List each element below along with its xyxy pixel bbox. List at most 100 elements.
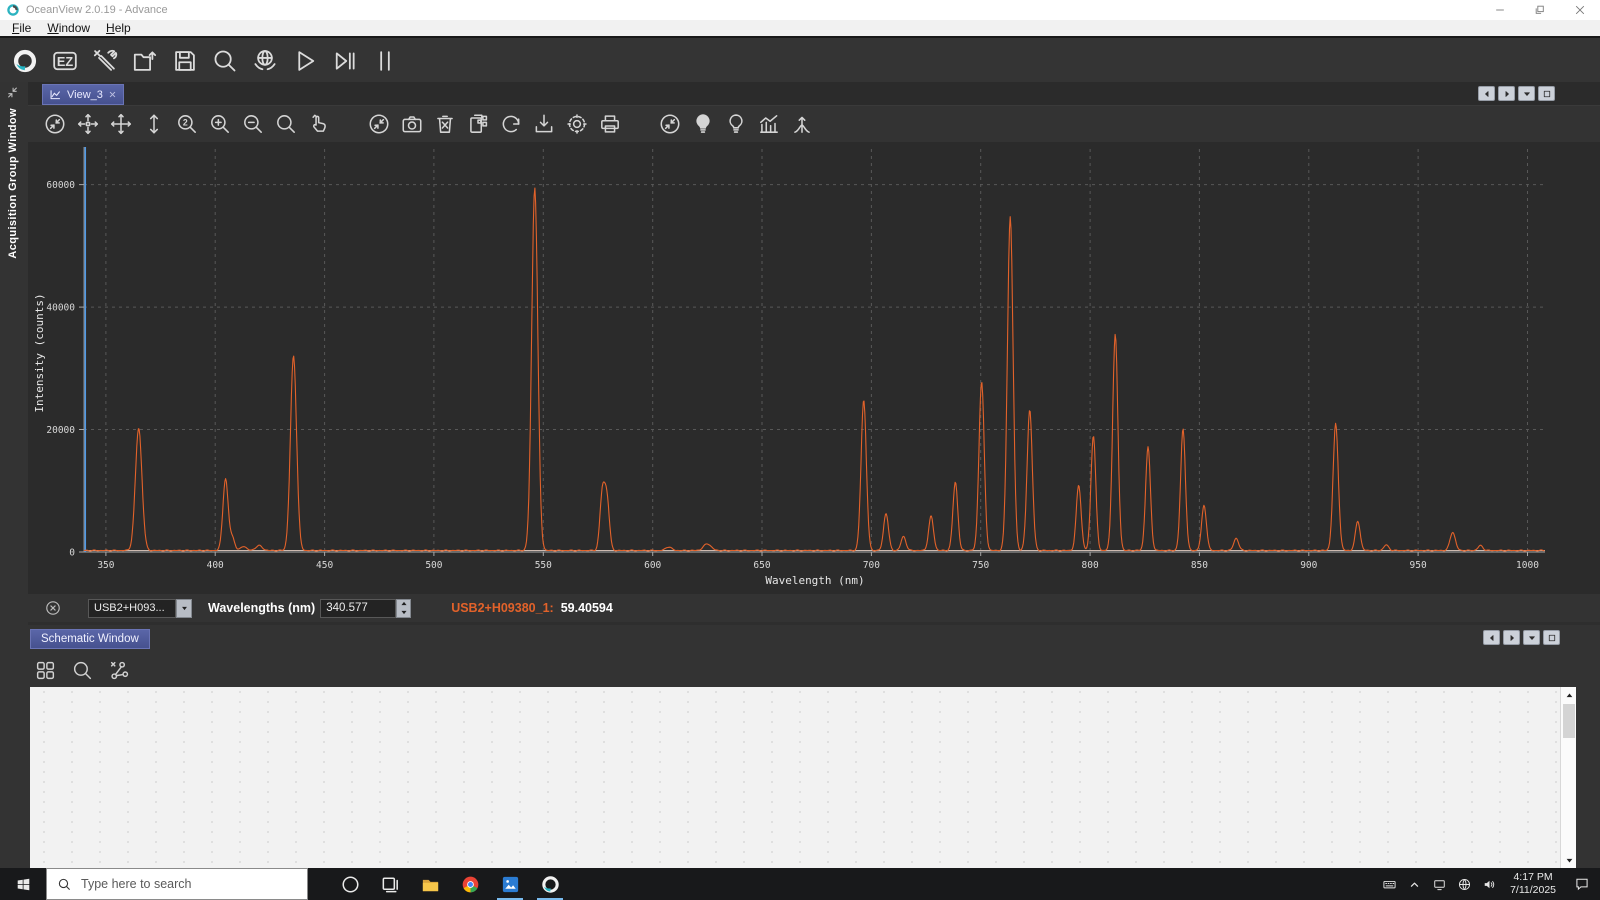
start-button[interactable] xyxy=(0,868,46,900)
tray-globe-icon[interactable] xyxy=(1452,868,1477,900)
play-icon[interactable] xyxy=(288,44,322,78)
overlay-chart-icon[interactable] xyxy=(754,109,784,139)
move-axes-icon[interactable] xyxy=(106,109,136,139)
scale-fit-icon[interactable] xyxy=(40,109,70,139)
pan-icon[interactable] xyxy=(73,109,103,139)
settings-icon[interactable] xyxy=(562,109,592,139)
zoom-icon[interactable] xyxy=(271,109,301,139)
close-button[interactable] xyxy=(1560,0,1600,20)
scroll-left-button[interactable] xyxy=(1478,86,1495,101)
scroll-right-button[interactable] xyxy=(1503,630,1520,645)
tray-keyboard-icon[interactable] xyxy=(1377,868,1402,900)
lamp-off-icon[interactable] xyxy=(721,109,751,139)
zoom-region-icon[interactable]: 2 xyxy=(172,109,202,139)
taskbar-app-file-explorer[interactable] xyxy=(410,868,450,900)
dropdown-button[interactable] xyxy=(1523,630,1540,645)
open-config-icon[interactable] xyxy=(128,44,162,78)
zoom-out-icon[interactable] xyxy=(238,109,268,139)
taskbar-app-task-view[interactable] xyxy=(370,868,410,900)
ez-mode-icon[interactable]: EZ xyxy=(48,44,82,78)
lamp-on-icon[interactable] xyxy=(688,109,718,139)
schematic-canvas[interactable] xyxy=(30,687,1576,868)
grid-view-icon[interactable] xyxy=(30,655,60,685)
tray-tray-monitor-icon[interactable] xyxy=(1427,868,1452,900)
svg-text:2: 2 xyxy=(183,118,188,128)
menu-window[interactable]: Window xyxy=(39,21,98,35)
maximize-button[interactable] xyxy=(1538,86,1555,101)
restore-panel-icon[interactable] xyxy=(6,86,19,99)
spectrum-source-select[interactable]: USB2+H093... xyxy=(88,599,176,618)
svg-text:600: 600 xyxy=(644,560,661,571)
scale-fit-icon[interactable] xyxy=(364,109,394,139)
refresh-icon[interactable] xyxy=(496,109,526,139)
toolbar-separator xyxy=(337,124,361,125)
taskbar-search-input[interactable]: Type here to search xyxy=(46,868,308,900)
node-graph-icon[interactable] xyxy=(104,655,134,685)
dropdown-button[interactable] xyxy=(1518,86,1535,101)
search-icon[interactable] xyxy=(208,44,242,78)
wavelength-spinner[interactable] xyxy=(396,599,411,618)
save-icon[interactable] xyxy=(168,44,202,78)
notifications-icon[interactable] xyxy=(1564,868,1600,900)
svg-text:60000: 60000 xyxy=(46,180,75,191)
view-tab-row: View_3 xyxy=(28,82,1600,106)
svg-text:850: 850 xyxy=(1191,560,1208,571)
tray-caret-up-icon[interactable] xyxy=(1402,868,1427,900)
search-icon[interactable] xyxy=(67,655,97,685)
taskbar-app-image-app[interactable] xyxy=(490,868,530,900)
svg-text:650: 650 xyxy=(753,560,770,571)
minimize-button[interactable] xyxy=(1480,0,1520,20)
scale-fit-icon[interactable] xyxy=(655,109,685,139)
tools-icon[interactable] xyxy=(88,44,122,78)
schematic-scrollbar[interactable] xyxy=(1560,687,1576,868)
acquisition-group-window-label[interactable]: Acquisition Group Window xyxy=(7,108,19,259)
menu-bar: FileWindowHelp xyxy=(0,20,1600,38)
copy-data-icon[interactable] xyxy=(463,109,493,139)
svg-text:Wavelength (nm): Wavelength (nm) xyxy=(765,574,864,587)
tab-close-icon[interactable] xyxy=(108,90,117,99)
chart-toolbar: 2 xyxy=(28,106,1600,142)
restore-button[interactable] xyxy=(1520,0,1560,20)
main-toolbar: EZ xyxy=(0,40,1600,82)
taskbar-app-oceanview-app[interactable] xyxy=(530,868,570,900)
maximize-button[interactable] xyxy=(1543,630,1560,645)
search-placeholder: Type here to search xyxy=(81,877,191,891)
svg-text:700: 700 xyxy=(863,560,880,571)
camera-icon[interactable] xyxy=(397,109,427,139)
menu-file[interactable]: File xyxy=(4,21,39,35)
wavelength-input[interactable]: 340.577 xyxy=(320,599,396,618)
trash-icon[interactable] xyxy=(430,109,460,139)
scroll-up-icon[interactable] xyxy=(1561,687,1577,703)
export-icon[interactable] xyxy=(529,109,559,139)
cursor-reading: USB2+H09380_1: 59.40594 xyxy=(451,601,613,615)
app-logo-icon xyxy=(6,3,20,17)
scrollbar-thumb[interactable] xyxy=(1563,704,1575,738)
oceanview-logo-icon[interactable] xyxy=(8,44,42,78)
tab-view-3[interactable]: View_3 xyxy=(42,84,124,105)
svg-text:800: 800 xyxy=(1082,560,1099,571)
taskbar-app-cortana[interactable] xyxy=(330,868,370,900)
scroll-left-button[interactable] xyxy=(1483,630,1500,645)
vertical-scale-icon[interactable] xyxy=(139,109,169,139)
tab-schematic-window[interactable]: Schematic Window xyxy=(30,629,150,649)
printer-icon[interactable] xyxy=(595,109,625,139)
svg-text:40000: 40000 xyxy=(46,303,75,314)
pause-icon[interactable] xyxy=(368,44,402,78)
peak-measure-icon[interactable] xyxy=(787,109,817,139)
scroll-down-icon[interactable] xyxy=(1561,852,1577,868)
zoom-in-icon[interactable] xyxy=(205,109,235,139)
scroll-right-button[interactable] xyxy=(1498,86,1515,101)
spectrum-chart[interactable]: 3504004505005506006507007508008509009501… xyxy=(28,142,1600,594)
menu-help[interactable]: Help xyxy=(98,21,139,35)
taskbar-clock[interactable]: 4:17 PM 7/11/2025 xyxy=(1502,871,1564,897)
pointer-select-icon[interactable] xyxy=(304,109,334,139)
chart-status-bar: USB2+H093... Wavelengths (nm) 340.577 US… xyxy=(28,594,1600,622)
strobe-control-icon[interactable] xyxy=(248,44,282,78)
step-icon[interactable] xyxy=(328,44,362,78)
tray-volume-icon[interactable] xyxy=(1477,868,1502,900)
circle-x-icon[interactable] xyxy=(44,599,62,617)
search-icon xyxy=(57,877,72,892)
taskbar-app-chrome[interactable] xyxy=(450,868,490,900)
source-dropdown-button[interactable] xyxy=(176,599,192,618)
view-window: View_3 2 3504004505005506006507007508008… xyxy=(28,82,1600,625)
